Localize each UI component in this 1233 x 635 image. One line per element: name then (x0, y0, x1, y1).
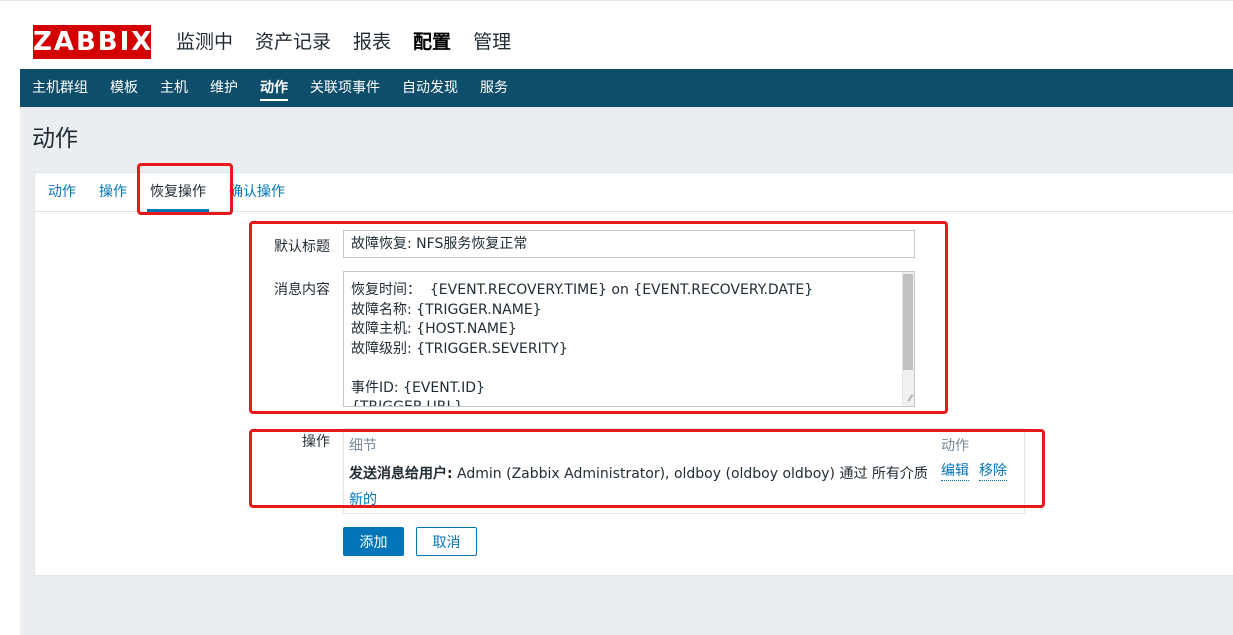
tab-bar: 动作 操作 恢复操作 确认操作 (35, 173, 1233, 212)
main-menu: 监测中 资产记录 报表 配置 管理 (176, 28, 533, 56)
scrollbar-thumb[interactable] (903, 274, 913, 370)
subnav-discovery[interactable]: 自动发现 (402, 69, 458, 107)
cancel-button[interactable]: 取消 (416, 527, 477, 556)
operations-table: 细节 动作 发送消息给用户: Admin (Zabbix Administrat… (343, 428, 1025, 514)
subnav-hosts[interactable]: 主机 (160, 69, 188, 107)
menu-administration[interactable]: 管理 (473, 28, 511, 56)
message-text: 恢复时间： {EVENT.RECOVERY.TIME} on {EVENT.RE… (351, 282, 814, 407)
subnav-host-groups[interactable]: 主机群组 (32, 69, 88, 107)
subnav-actions[interactable]: 动作 (260, 69, 288, 107)
col-details-header: 细节 (349, 438, 377, 454)
subnav-event-correlation[interactable]: 关联项事件 (310, 69, 380, 107)
subnav-services[interactable]: 服务 (480, 69, 508, 107)
tab-acknowledge-operations[interactable]: 确认操作 (228, 173, 286, 211)
edit-link[interactable]: 编辑 (941, 463, 969, 481)
tab-operations[interactable]: 操作 (98, 173, 128, 211)
message-textarea[interactable]: 恢复时间： {EVENT.RECOVERY.TIME} on {EVENT.RE… (343, 271, 915, 407)
menu-inventory[interactable]: 资产记录 (255, 28, 331, 56)
zabbix-logo[interactable]: ZABBIX (33, 25, 151, 59)
new-operation-link[interactable]: 新的 (349, 489, 377, 509)
sub-nav: 主机群组 模板 主机 维护 动作 关联项事件 自动发现 服务 (20, 69, 1233, 107)
menu-reports[interactable]: 报表 (353, 28, 391, 56)
add-button[interactable]: 添加 (343, 527, 404, 556)
operation-row: 发送消息给用户: Admin (Zabbix Administrator), o… (349, 466, 928, 482)
tab-action[interactable]: 动作 (47, 173, 77, 211)
textarea-scrollbar[interactable] (902, 272, 914, 406)
subnav-maintenance[interactable]: 维护 (210, 69, 238, 107)
operations-label: 操作 (302, 434, 330, 450)
remove-link[interactable]: 移除 (979, 463, 1007, 481)
menu-configuration[interactable]: 配置 (413, 28, 451, 56)
menu-monitoring[interactable]: 监测中 (176, 28, 233, 56)
col-action-header: 动作 (941, 438, 969, 454)
message-label: 消息内容 (274, 282, 330, 298)
resize-grip-icon[interactable]: ⁄⁄ (909, 394, 912, 404)
subnav-templates[interactable]: 模板 (110, 69, 138, 107)
subject-label: 默认标题 (274, 239, 330, 255)
title-bar: 动作 (20, 107, 1233, 157)
subject-input[interactable]: 故障恢复: NFS服务恢复正常 (343, 230, 915, 258)
tab-recovery-operations[interactable]: 恢复操作 (147, 173, 209, 212)
page-title: 动作 (32, 126, 78, 152)
top-header: ZABBIX 监测中 资产记录 报表 配置 管理 (0, 0, 1233, 97)
